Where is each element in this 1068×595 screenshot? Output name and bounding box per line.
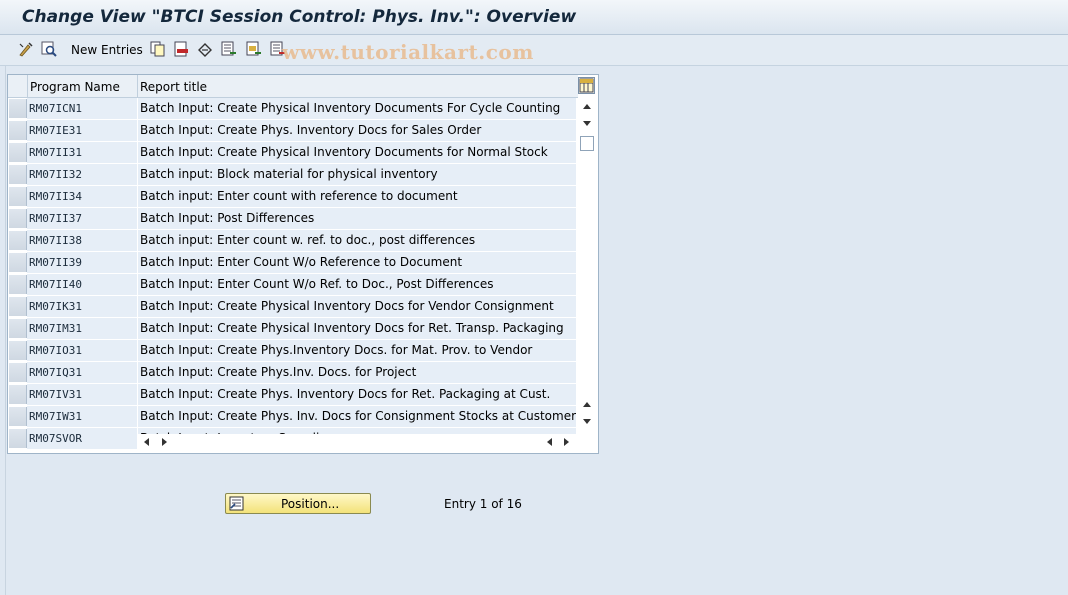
edit-toggle-icon[interactable] — [18, 41, 34, 57]
scroll-page-left-icon[interactable] — [547, 438, 552, 446]
column-separator — [137, 75, 138, 97]
position-button[interactable]: Position... — [225, 493, 371, 514]
frame-divider — [5, 66, 6, 595]
table-row[interactable]: RM07IW31 Batch Input: Create Phys. Inv. D… — [8, 406, 578, 428]
page-title: Change View "BTCI Session Control: Phys.… — [22, 7, 577, 27]
application-toolbar: New Entries www.tutorialkart.com — [0, 35, 1068, 66]
report-title-cell: Batch Input: Create Phys.Inv. Docs. for … — [138, 362, 576, 383]
row-selector[interactable] — [9, 121, 27, 140]
watermark: www.tutorialkart.com — [282, 40, 534, 64]
program-name-cell: RM07II31 — [27, 142, 137, 163]
select-all-icon[interactable] — [221, 41, 237, 57]
program-name-cell: RM07ICN1 — [27, 98, 137, 119]
row-selector[interactable] — [9, 143, 27, 162]
row-selector[interactable] — [9, 99, 27, 118]
table-settings-icon[interactable] — [578, 77, 595, 94]
display-icon[interactable] — [41, 41, 57, 57]
row-selector[interactable] — [9, 341, 27, 360]
copy-icon[interactable] — [150, 41, 166, 57]
column-header-report-title[interactable]: Report title — [140, 80, 207, 94]
report-title-cell: Batch Input: Post Differences — [138, 208, 576, 229]
scroll-right-icon[interactable] — [162, 438, 167, 446]
scroll-thumb[interactable] — [580, 136, 594, 151]
table-header: Program Name Report title — [8, 75, 578, 98]
row-selector[interactable] — [9, 253, 27, 272]
table-row[interactable]: RM07II32 Batch input: Block material for … — [8, 164, 578, 186]
row-selector[interactable] — [9, 209, 27, 228]
table-row[interactable]: RM07IO31 Batch Input: Create Phys.Invento… — [8, 340, 578, 362]
row-selector[interactable] — [9, 165, 27, 184]
scroll-up-icon[interactable] — [583, 104, 591, 109]
table-row[interactable]: RM07II38 Batch input: Enter count w. ref.… — [8, 230, 578, 252]
delete-icon[interactable] — [173, 41, 189, 57]
position-icon — [229, 496, 244, 511]
row-selector[interactable] — [9, 363, 27, 382]
program-name-cell: RM07IV31 — [27, 384, 137, 405]
report-title-cell: Batch Input: Enter Count W/o Ref. to Doc… — [138, 274, 576, 295]
program-name-cell: RM07II34 — [27, 186, 137, 207]
program-name-cell: RM07IE31 — [27, 120, 137, 141]
select-all-column-button[interactable] — [8, 75, 28, 97]
report-title-cell: Batch input: Enter count w. ref. to doc.… — [138, 230, 576, 251]
report-title-cell: Batch Input: Enter Count W/o Reference t… — [138, 252, 576, 273]
program-name-cell: RM07IK31 — [27, 296, 137, 317]
undo-icon[interactable] — [197, 41, 213, 57]
program-name-cell: RM07SVOR — [27, 428, 137, 449]
report-title-cell: Batch Input: Create Phys. Inv. Docs for … — [138, 406, 576, 427]
table-row[interactable]: RM07II37 Batch Input: Post Differences — [8, 208, 578, 230]
table-body: RM07ICN1 Batch Input: Create Physical Inv… — [8, 98, 578, 450]
scroll-down-icon[interactable] — [583, 419, 591, 424]
table-row[interactable]: RM07IQ31 Batch Input: Create Phys.Inv. Do… — [8, 362, 578, 384]
program-name-cell: RM07II38 — [27, 230, 137, 251]
row-selector[interactable] — [9, 231, 27, 250]
report-title-cell: Batch Input: Create Physical Inventory D… — [138, 98, 576, 119]
report-title-cell: Batch Input: Create Physical Inventory D… — [138, 318, 576, 339]
row-selector[interactable] — [9, 187, 27, 206]
table-control: Program Name Report title RM07ICN1 Batch … — [7, 74, 599, 454]
program-name-cell: RM07IM31 — [27, 318, 137, 339]
table-row[interactable]: RM07II39 Batch Input: Enter Count W/o Ref… — [8, 252, 578, 274]
table-row[interactable]: RM07IM31 Batch Input: Create Physical Inv… — [8, 318, 578, 340]
program-name-cell: RM07II32 — [27, 164, 137, 185]
row-selector[interactable] — [9, 385, 27, 404]
row-selector[interactable] — [9, 407, 27, 426]
entry-counter: Entry 1 of 16 — [444, 497, 522, 511]
table-row[interactable]: RM07ICN1 Batch Input: Create Physical Inv… — [8, 98, 578, 120]
select-block-icon[interactable] — [246, 41, 262, 57]
report-title-cell: Batch Input: Create Physical Inventory D… — [138, 296, 576, 317]
table-row[interactable]: RM07IK31 Batch Input: Create Physical Inv… — [8, 296, 578, 318]
scroll-page-right-icon[interactable] — [564, 438, 569, 446]
scroll-left-icon[interactable] — [144, 438, 149, 446]
program-name-cell: RM07IW31 — [27, 406, 137, 427]
row-selector[interactable] — [9, 297, 27, 316]
row-selector[interactable] — [9, 275, 27, 294]
table-row[interactable]: RM07II31 Batch Input: Create Physical Inv… — [8, 142, 578, 164]
table-row[interactable]: RM07II34 Batch input: Enter count with re… — [8, 186, 578, 208]
report-title-cell: Batch Input: Create Phys.Inventory Docs.… — [138, 340, 576, 361]
scroll-page-down-icon[interactable] — [583, 121, 591, 126]
table-row[interactable]: RM07IV31 Batch Input: Create Phys. Invent… — [8, 384, 578, 406]
horizontal-scrollbar[interactable] — [138, 434, 576, 451]
title-bar: Change View "BTCI Session Control: Phys.… — [0, 0, 1068, 35]
report-title-cell: Batch Input: Create Phys. Inventory Docs… — [138, 384, 576, 405]
program-name-cell: RM07II37 — [27, 208, 137, 229]
new-entries-button[interactable]: New Entries — [71, 43, 143, 57]
row-selector[interactable] — [9, 319, 27, 338]
program-name-cell: RM07II39 — [27, 252, 137, 273]
report-title-cell: Batch input: Block material for physical… — [138, 164, 576, 185]
vertical-scrollbar[interactable] — [578, 98, 596, 435]
program-name-cell: RM07IO31 — [27, 340, 137, 361]
column-header-program-name[interactable]: Program Name — [30, 80, 120, 94]
table-row[interactable]: RM07IE31 Batch Input: Create Phys. Invent… — [8, 120, 578, 142]
program-name-cell: RM07II40 — [27, 274, 137, 295]
row-selector[interactable] — [9, 429, 27, 448]
scroll-page-up-icon[interactable] — [583, 402, 591, 407]
report-title-cell: Batch input: Enter count with reference … — [138, 186, 576, 207]
program-name-cell: RM07IQ31 — [27, 362, 137, 383]
table-row[interactable]: RM07II40 Batch Input: Enter Count W/o Ref… — [8, 274, 578, 296]
position-button-label: Position... — [281, 497, 340, 511]
report-title-cell: Batch Input: Create Phys. Inventory Docs… — [138, 120, 576, 141]
report-title-cell: Batch Input: Create Physical Inventory D… — [138, 142, 576, 163]
